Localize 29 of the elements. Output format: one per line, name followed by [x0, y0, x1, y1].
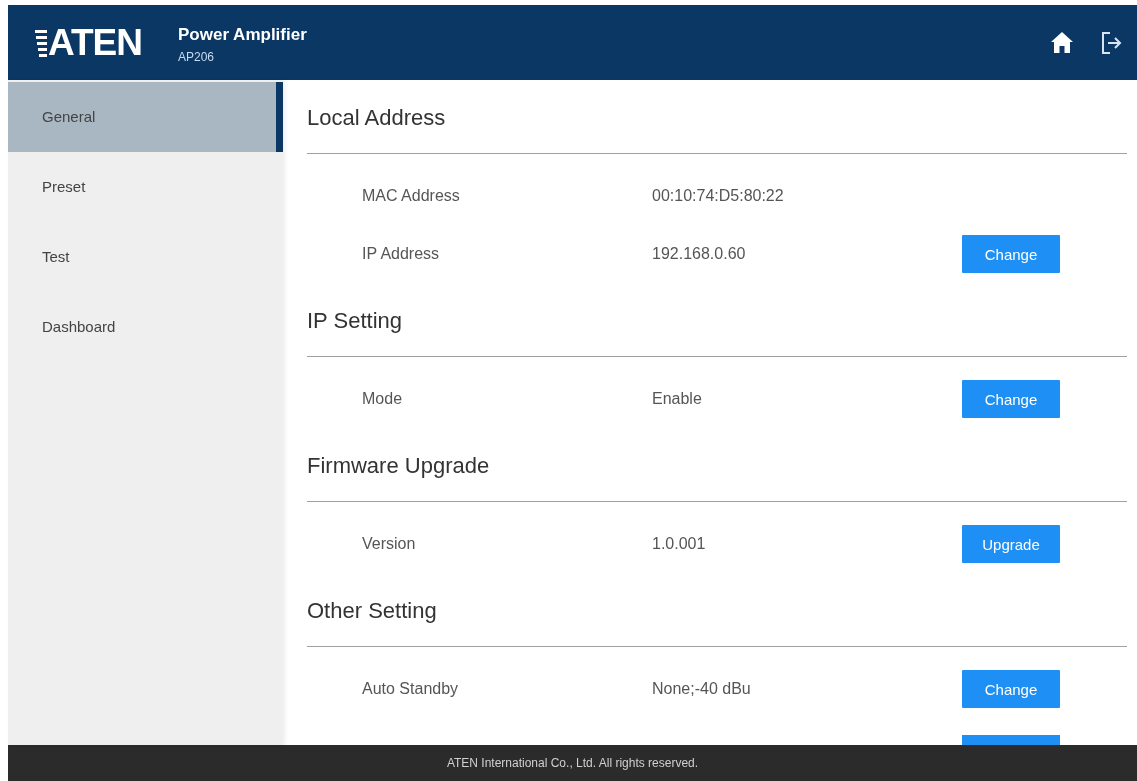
sidebar-item[interactable]: Preset	[8, 152, 283, 222]
section-title: IP Setting	[307, 307, 402, 335]
setting-value: 00:10:74:D5:80:22	[652, 187, 784, 205]
setting-label: Version	[362, 535, 416, 553]
copyright-text: ATEN International Co., Ltd. All rights reserved.	[446, 756, 699, 770]
section-title: Other Setting	[307, 597, 437, 625]
app-title: Power Amplifier	[178, 23, 307, 46]
setting-value: Enable	[652, 390, 702, 408]
action-button[interactable]: Change	[962, 670, 1060, 708]
setting-label: Mode	[362, 390, 403, 408]
setting-label: MAC Address	[362, 187, 460, 205]
sidebar-item[interactable]: Dashboard	[8, 292, 283, 362]
model-name: AP206	[178, 48, 216, 66]
sidebar-item[interactable]: Test	[8, 222, 283, 292]
logout-icon[interactable]	[1101, 30, 1122, 55]
setting-value: 192.168.0.60	[652, 245, 746, 263]
action-button[interactable]: Change	[962, 235, 1060, 273]
setting-label: IP Address	[362, 245, 440, 263]
action-button[interactable]: Upgrade	[962, 525, 1060, 563]
section-title: Local Address	[307, 104, 446, 132]
logo-text: ATEN	[48, 22, 142, 63]
sidebar-item[interactable]: General	[8, 82, 283, 152]
setting-value: 1.0.001	[652, 535, 706, 553]
stripes-icon	[35, 30, 47, 57]
home-icon[interactable]	[1050, 31, 1074, 54]
section-title: Firmware Upgrade	[307, 452, 490, 480]
setting-value: None;-40 dBu	[652, 680, 751, 698]
setting-label: Auto Standby	[362, 680, 459, 698]
action-button[interactable]: Change	[962, 380, 1060, 418]
